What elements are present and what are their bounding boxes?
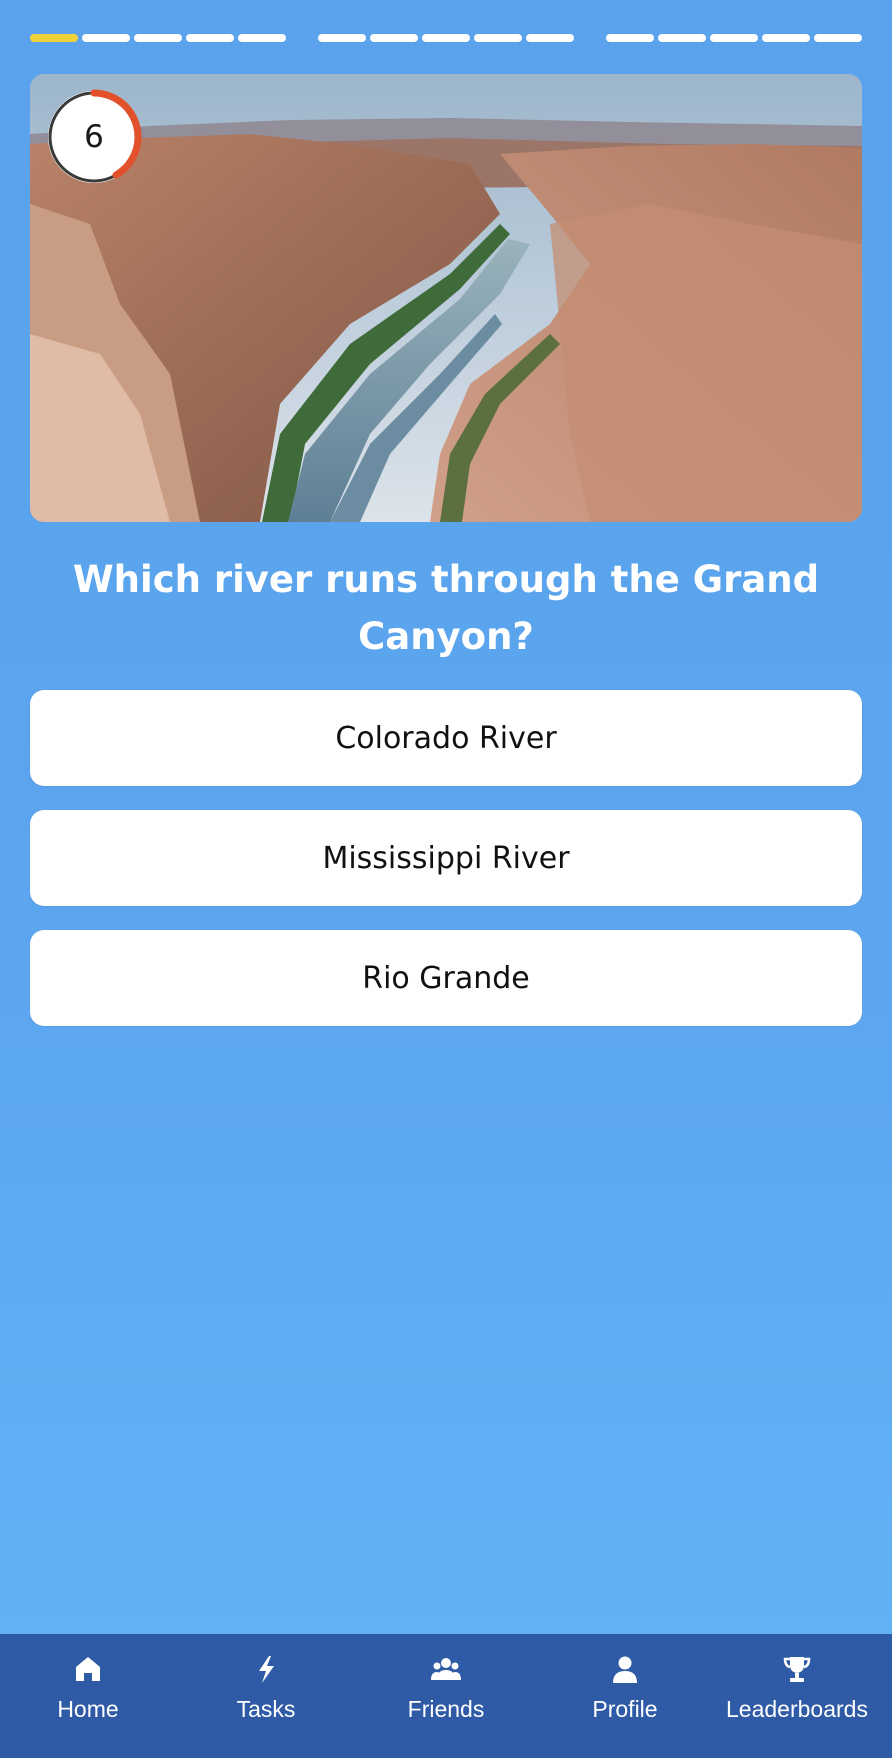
answer-option-mississippi-river[interactable]: Mississippi River bbox=[30, 810, 862, 906]
nav-label-profile: Profile bbox=[592, 1696, 658, 1722]
answer-option-colorado-river[interactable]: Colorado River bbox=[30, 690, 862, 786]
trophy-icon bbox=[783, 1657, 811, 1682]
progress-dash-9 bbox=[474, 34, 522, 42]
friends-icon bbox=[431, 1658, 461, 1680]
progress-dash-15 bbox=[814, 34, 862, 42]
nav-label-leaderboards: Leaderboards bbox=[726, 1696, 868, 1722]
countdown-timer: 6 bbox=[46, 89, 142, 185]
question-text: Which river runs through the Grand Canyo… bbox=[72, 558, 820, 658]
bottom-navigation: Home Tasks Friends Profile Leaderboards bbox=[0, 1634, 892, 1758]
nav-item-home[interactable]: Home bbox=[38, 1634, 138, 1758]
answer-option-label: Rio Grande bbox=[362, 960, 530, 996]
user-icon bbox=[613, 1656, 637, 1683]
nav-item-profile[interactable]: Profile bbox=[575, 1634, 675, 1758]
question-progress bbox=[30, 31, 862, 45]
question-image bbox=[30, 74, 862, 522]
lightning-icon bbox=[259, 1656, 274, 1683]
answer-option-label: Colorado River bbox=[335, 720, 557, 756]
timer-seconds: 6 bbox=[84, 119, 104, 155]
nav-label-tasks: Tasks bbox=[236, 1696, 296, 1722]
progress-dash-8 bbox=[422, 34, 470, 42]
answer-option-label: Mississippi River bbox=[322, 840, 570, 876]
progress-dash-7 bbox=[370, 34, 418, 42]
nav-item-tasks[interactable]: Tasks bbox=[216, 1634, 316, 1758]
home-icon bbox=[76, 1657, 100, 1681]
progress-dash-12 bbox=[658, 34, 706, 42]
nav-label-friends: Friends bbox=[407, 1696, 485, 1722]
nav-label-home: Home bbox=[57, 1696, 119, 1722]
nav-item-friends[interactable]: Friends bbox=[396, 1634, 496, 1758]
progress-dash-6 bbox=[318, 34, 366, 42]
progress-dash-3 bbox=[134, 34, 182, 42]
progress-dash-1 bbox=[30, 34, 78, 42]
progress-dash-2 bbox=[82, 34, 130, 42]
progress-dash-13 bbox=[710, 34, 758, 42]
progress-dash-10 bbox=[526, 34, 574, 42]
nav-item-leaderboards[interactable]: Leaderboards bbox=[722, 1634, 872, 1758]
progress-dash-5 bbox=[238, 34, 286, 42]
progress-dash-4 bbox=[186, 34, 234, 42]
answer-option-rio-grande[interactable]: Rio Grande bbox=[30, 930, 862, 1026]
progress-dash-11 bbox=[606, 34, 654, 42]
progress-dash-14 bbox=[762, 34, 810, 42]
